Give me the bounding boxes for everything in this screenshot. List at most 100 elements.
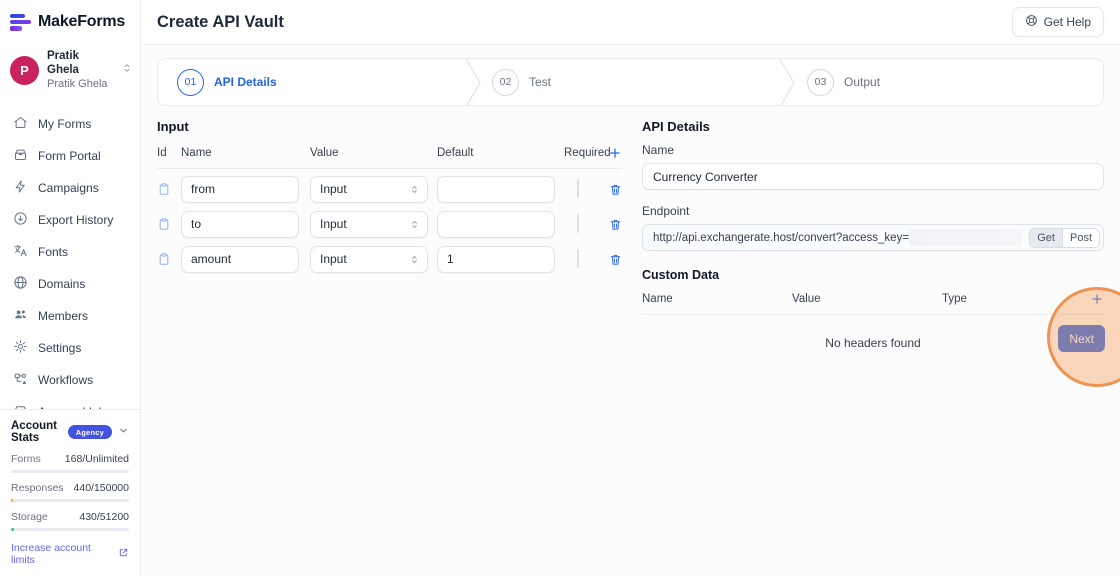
sidebar-item-label: Campaigns (38, 181, 99, 195)
next-button[interactable]: Next (1058, 325, 1105, 352)
trash-icon (609, 253, 622, 266)
storage-progress-bar (11, 528, 129, 531)
help-icon (1025, 14, 1038, 30)
stat-forms: Forms 168/Unlimited (11, 453, 129, 473)
api-name-input[interactable] (642, 163, 1104, 190)
param-value-label: Input (320, 182, 347, 196)
sidebar-item-settings[interactable]: Settings (0, 332, 140, 364)
col-type: Type (942, 293, 1088, 305)
clipboard-icon[interactable] (157, 217, 181, 231)
required-checkbox[interactable] (577, 249, 579, 268)
delete-row-button[interactable] (609, 183, 622, 196)
step-label: Test (529, 75, 551, 89)
unfold-icon (410, 254, 419, 265)
step-label: Output (844, 75, 880, 89)
sidebar-item-label: Members (38, 309, 88, 323)
endpoint-url-text: http://api.exchangerate.host/convert?acc… (653, 232, 909, 244)
col-value: Value (792, 293, 942, 305)
param-value-select[interactable]: Input (310, 246, 428, 273)
step-test[interactable]: 02 Test (473, 69, 788, 96)
add-custom-data-button[interactable] (1090, 292, 1104, 306)
sidebar-item-label: Form Portal (38, 149, 101, 163)
stat-label: Responses (11, 482, 64, 494)
required-checkbox[interactable] (577, 214, 579, 233)
input-section: Input Id Name Value Default Required (157, 119, 622, 350)
clipboard-icon[interactable] (157, 182, 181, 196)
col-value: Value (310, 147, 437, 159)
unfold-icon (410, 184, 419, 195)
step-api-details[interactable]: 01 API Details (158, 69, 473, 96)
name-label: Name (642, 143, 1104, 157)
sidebar-item-export-history[interactable]: Export History (0, 204, 140, 236)
sidebar-item-label: Export History (38, 213, 113, 227)
account-stats-title: Account Stats (11, 420, 62, 444)
input-table-header: Id Name Value Default Required (157, 146, 622, 169)
account-stats: Account Stats Agency Forms 168/Unlimited… (0, 409, 140, 576)
sidebar-item-label: Domains (38, 277, 85, 291)
user-name: Pratik Ghela (47, 49, 114, 78)
step-separator (779, 59, 795, 106)
increase-limits-link[interactable]: Increase account limits (11, 542, 129, 566)
clipboard-icon[interactable] (157, 252, 181, 266)
param-value-select[interactable]: Input (310, 211, 428, 238)
external-link-icon (118, 547, 129, 561)
translate-icon (13, 243, 28, 261)
unfold-icon (410, 219, 419, 230)
workspace-switcher[interactable]: P Pratik Ghela Pratik Ghela (0, 41, 140, 102)
sidebar-item-fonts[interactable]: Fonts (0, 236, 140, 268)
portal-icon (13, 147, 28, 165)
param-value-label: Input (320, 252, 347, 266)
increase-limits-label: Increase account limits (11, 542, 113, 566)
app-window: MakeForms P Pratik Ghela Pratik Ghela My… (0, 0, 1120, 576)
col-id: Id (157, 147, 181, 159)
sidebar-item-my-forms[interactable]: My Forms (0, 108, 140, 140)
param-name-input[interactable] (181, 211, 299, 238)
step-label: API Details (214, 75, 277, 89)
get-help-button[interactable]: Get Help (1012, 7, 1104, 37)
delete-row-button[interactable] (609, 253, 622, 266)
sidebar-item-label: Fonts (38, 245, 68, 259)
input-row: Input (157, 244, 622, 274)
globe-icon (13, 275, 28, 293)
param-default-input[interactable] (437, 246, 555, 273)
workflow-icon (13, 371, 28, 389)
custom-data-title: Custom Data (642, 268, 1104, 282)
param-default-input[interactable] (437, 176, 555, 203)
sidebar-item-domains[interactable]: Domains (0, 268, 140, 300)
add-input-row-button[interactable] (608, 146, 622, 160)
param-name-input[interactable] (181, 176, 299, 203)
step-separator (465, 59, 481, 106)
chevron-down-icon[interactable] (118, 423, 129, 441)
sidebar-item-workflows[interactable]: Workflows (0, 364, 140, 396)
endpoint-field[interactable]: http://api.exchangerate.host/convert?acc… (642, 224, 1104, 251)
plan-badge: Agency (68, 425, 112, 439)
sidebar: MakeForms P Pratik Ghela Pratik Ghela My… (0, 0, 141, 576)
brand-name: MakeForms (38, 13, 125, 31)
step-output[interactable]: 03 Output (788, 69, 1103, 96)
stepper: 01 API Details 02 Test 03 Output (157, 58, 1104, 106)
stat-value: 168/Unlimited (65, 453, 129, 465)
endpoint-label: Endpoint (642, 204, 1104, 218)
input-title: Input (157, 119, 622, 134)
users-icon (13, 307, 28, 325)
method-get-button[interactable]: Get (1030, 229, 1062, 247)
page-title: Create API Vault (157, 13, 284, 32)
method-post-button[interactable]: Post (1062, 229, 1099, 247)
sidebar-item-form-portal[interactable]: Form Portal (0, 140, 140, 172)
get-help-label: Get Help (1044, 15, 1091, 29)
main-area: Create API Vault Get Help 01 API Details… (141, 0, 1120, 576)
unfold-icon (122, 61, 132, 79)
param-name-input[interactable] (181, 246, 299, 273)
sidebar-item-members[interactable]: Members (0, 300, 140, 332)
empty-state-text: No headers found (642, 336, 1104, 350)
brand-logo[interactable]: MakeForms (0, 0, 140, 41)
stat-value: 440/150000 (74, 482, 129, 494)
stat-value: 430/51200 (79, 511, 129, 523)
param-value-select[interactable]: Input (310, 176, 428, 203)
required-checkbox[interactable] (577, 179, 579, 198)
param-default-input[interactable] (437, 211, 555, 238)
lightning-icon (13, 179, 28, 197)
stat-responses: Responses 440/150000 (11, 482, 129, 502)
sidebar-item-campaigns[interactable]: Campaigns (0, 172, 140, 204)
delete-row-button[interactable] (609, 218, 622, 231)
